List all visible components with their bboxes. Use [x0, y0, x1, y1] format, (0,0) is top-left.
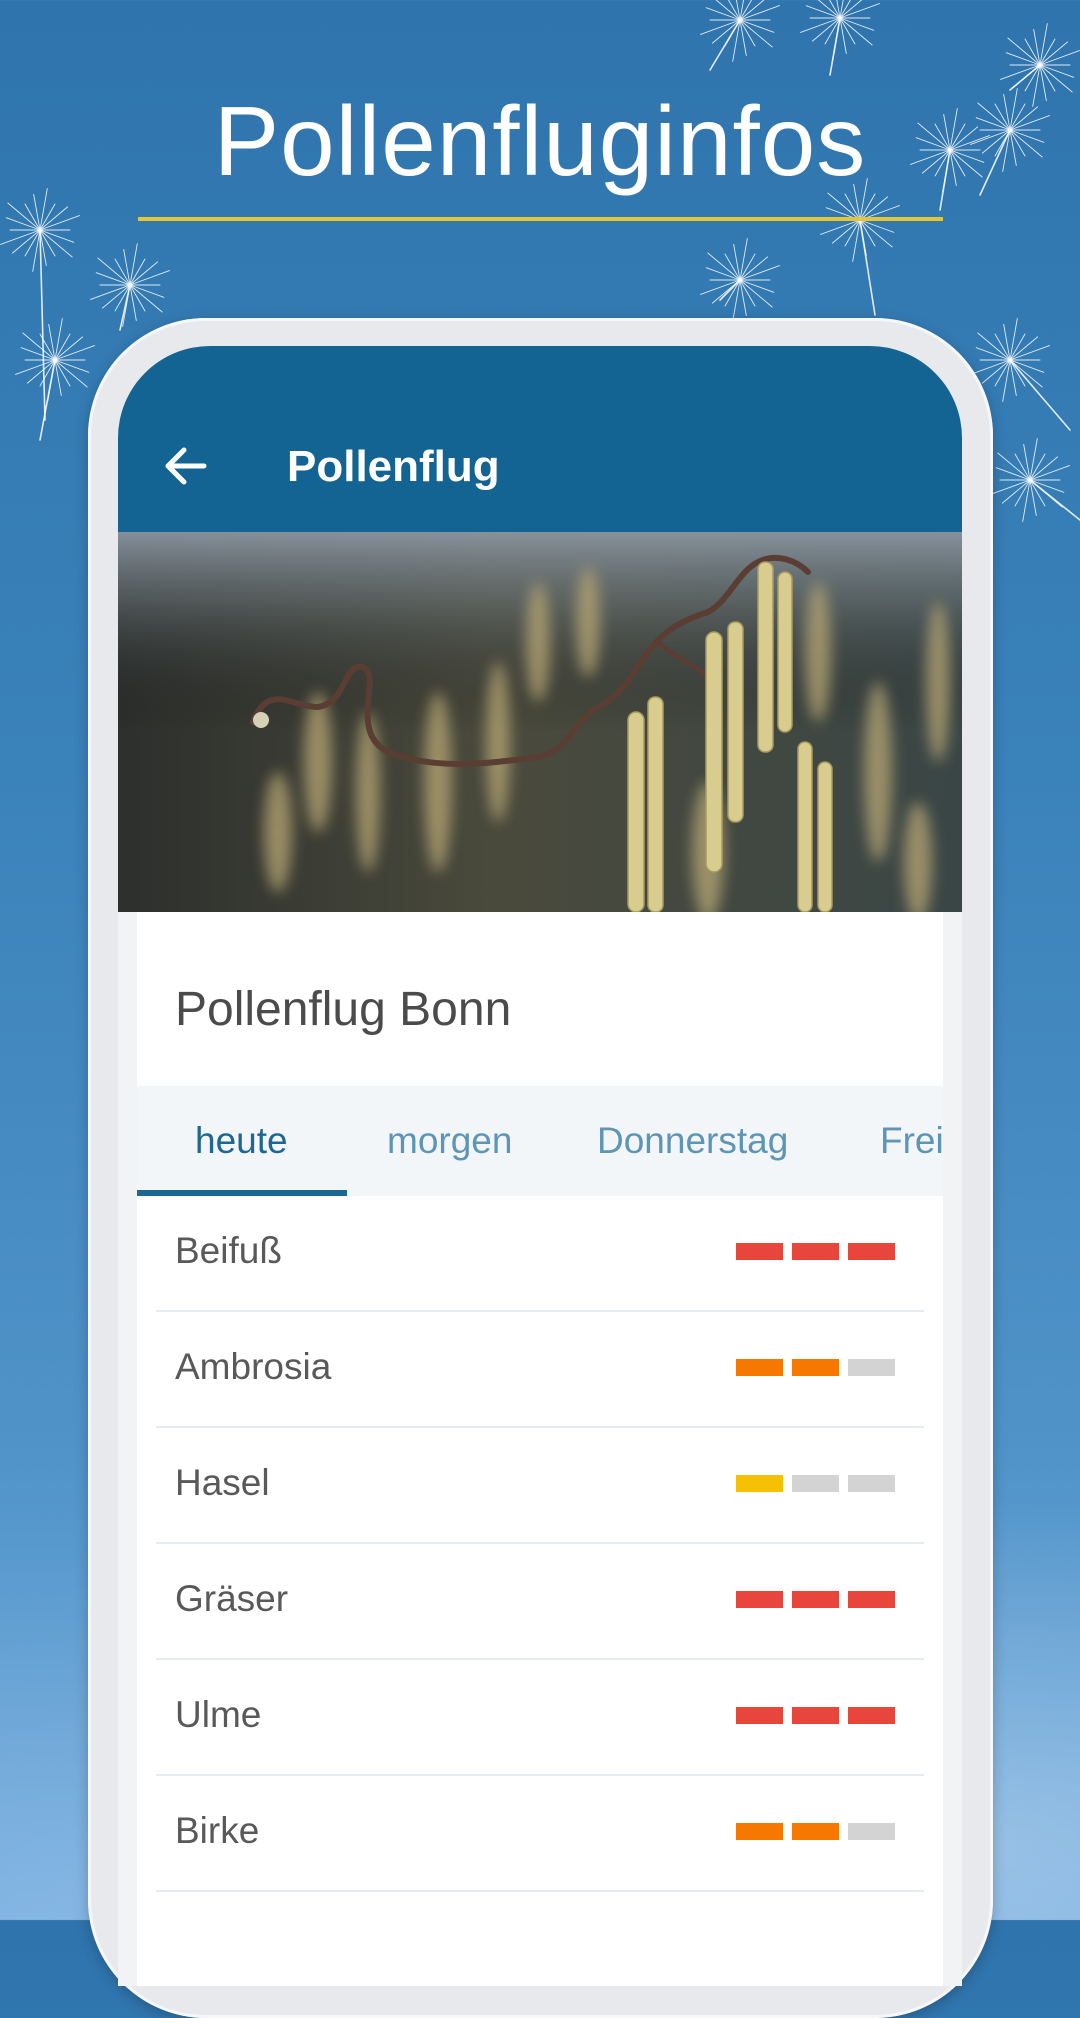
title-underline — [138, 217, 943, 221]
list-item[interactable]: Birke — [156, 1776, 924, 1892]
intensity-segment-high — [792, 1591, 839, 1608]
intensity-segment-none — [848, 1475, 895, 1492]
intensity-segment-low — [736, 1475, 783, 1492]
intensity-segment-none — [848, 1823, 895, 1840]
intensity-indicator — [736, 1243, 896, 1263]
intensity-segment-high — [736, 1243, 783, 1260]
intensity-segment-high — [848, 1243, 895, 1260]
pollen-card: Pollenflug Bonn heute morgen Donnerstag … — [137, 912, 943, 1986]
list-item[interactable]: Ambrosia — [156, 1312, 924, 1428]
phone-screen: Pollenflug Pollenflug Bonn heute morgen … — [118, 346, 962, 1986]
app-bar: Pollenflug — [118, 346, 962, 532]
list-item[interactable]: Ulme — [156, 1660, 924, 1776]
intensity-segment-high — [848, 1707, 895, 1724]
tab-morgen[interactable]: morgen — [387, 1120, 512, 1162]
pollen-name: Gräser — [175, 1578, 289, 1619]
intensity-indicator — [736, 1591, 896, 1611]
app-bar-title: Pollenflug — [287, 442, 500, 491]
pollen-name: Ulme — [175, 1694, 262, 1735]
day-tabs: heute morgen Donnerstag Freitag — [137, 1086, 943, 1196]
intensity-segment-high — [736, 1707, 783, 1724]
intensity-segment-high — [792, 1243, 839, 1260]
intensity-segment-medium — [736, 1823, 783, 1840]
intensity-segment-medium — [792, 1823, 839, 1840]
tab-heute[interactable]: heute — [195, 1120, 288, 1162]
pollen-name: Hasel — [175, 1462, 270, 1503]
tab-donnerstag[interactable]: Donnerstag — [597, 1120, 788, 1162]
promo-title: Pollenfluginfos — [213, 86, 867, 196]
intensity-segment-high — [736, 1591, 783, 1608]
intensity-indicator — [736, 1359, 896, 1379]
pollen-list: Beifuß Ambrosia Hasel Gräser Ulme Birke — [137, 1196, 943, 1892]
intensity-segment-none — [792, 1475, 839, 1492]
list-item[interactable]: Beifuß — [156, 1196, 924, 1312]
hero-image — [118, 532, 962, 912]
intensity-segment-high — [792, 1707, 839, 1724]
pollen-name: Birke — [175, 1810, 260, 1851]
list-item[interactable]: Gräser — [156, 1544, 924, 1660]
intensity-indicator — [736, 1475, 896, 1495]
intensity-indicator — [736, 1823, 896, 1843]
pollen-name: Beifuß — [175, 1230, 282, 1271]
tab-freitag[interactable]: Freitag — [880, 1120, 943, 1162]
arrow-left-icon[interactable] — [160, 441, 210, 491]
city-title: Pollenflug Bonn — [175, 983, 512, 1036]
intensity-segment-medium — [736, 1359, 783, 1376]
intensity-segment-medium — [792, 1359, 839, 1376]
list-item[interactable]: Hasel — [156, 1428, 924, 1544]
pollen-name: Ambrosia — [175, 1346, 332, 1387]
intensity-segment-high — [848, 1591, 895, 1608]
intensity-indicator — [736, 1707, 896, 1727]
intensity-segment-none — [848, 1359, 895, 1376]
